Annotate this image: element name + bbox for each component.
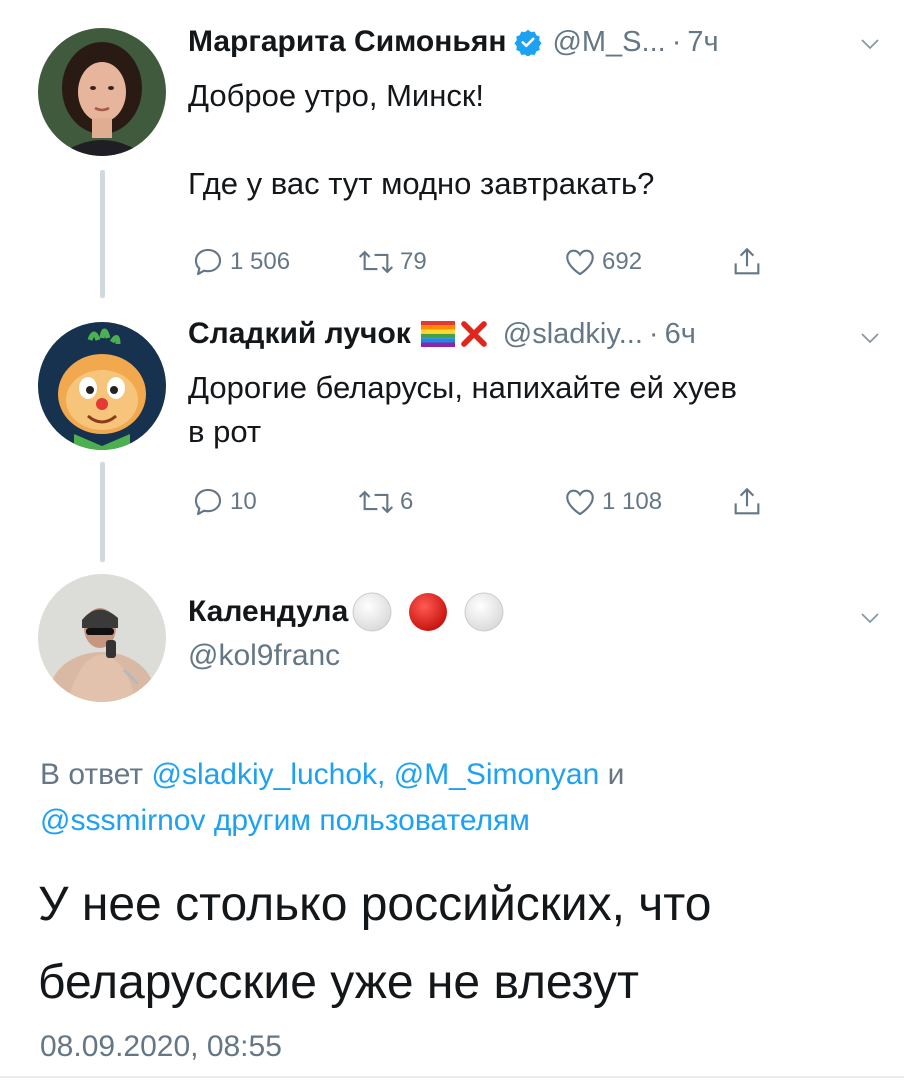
chevron-down-icon[interactable] [858,32,882,56]
mention-link[interactable]: @sladkiy_luchok, [151,758,385,791]
tweet-timestamp[interactable]: 08.09.2020, 08:55 [40,1030,282,1064]
retweet-button[interactable]: 79 [356,242,427,282]
separator-dot: · [671,25,682,58]
tweet-text-line: Дорогие беларусы, напихайте ей хуев [188,370,737,405]
thread-connector [100,170,105,298]
reply-count: 1 506 [230,248,291,275]
like-button[interactable]: 1 108 [562,482,662,522]
mention-link[interactable]: @sssmirnov [40,804,205,837]
like-count: 1 108 [602,488,663,515]
tweet-thread-screen: Маргарита Симоньян @M_S... · 7ч Доброе у… [0,0,904,1080]
share-icon [734,487,760,515]
avatar-kalendula-image [38,574,166,702]
tweet-text-line: Доброе утро, Минск! [188,78,485,113]
retweet-icon [358,490,394,514]
main-tweet-text: У нее столько российских, что беларусски… [38,866,878,1022]
thread-connector [100,462,105,562]
divider [0,1076,904,1078]
heart-icon [566,489,594,516]
avatar-sladkiy[interactable] [38,322,166,450]
avatar-sladkiy-image [38,322,166,450]
cross-mark-icon [459,319,489,349]
chevron-down-icon[interactable] [858,606,882,630]
avatar-simonyan-image [38,28,166,156]
reply-icon [194,248,222,276]
display-name[interactable]: Маргарита Симоньян [188,25,506,59]
avatar-kalendula[interactable] [38,574,166,702]
reply-icon [194,488,222,516]
avatar-simonyan[interactable] [38,28,166,156]
handle-row: @kol9franc [188,636,340,676]
tweet-header: Календула [188,592,510,632]
heart-icon [566,249,594,276]
share-button[interactable] [730,482,764,522]
user-handle[interactable]: @kol9franc [188,639,340,673]
user-handle[interactable]: @M_S... [552,26,665,59]
tweet-time[interactable]: 7ч [687,26,718,59]
tweet-text: Дорогие беларусы, напихайте ей хуев в ро… [188,366,737,454]
share-button[interactable] [730,242,764,282]
tweet-header: Маргарита Симоньян @M_S... · 7ч [188,22,719,62]
tweet-actions: 1 506 79 692 [190,242,790,282]
chevron-down-icon[interactable] [858,326,882,350]
mention-link[interactable]: @M_Simonyan [394,758,600,791]
like-count: 692 [602,248,643,275]
separator-dot: · [648,317,659,350]
reply-prefix: В ответ [40,758,144,791]
reply-conjunction: и [607,758,625,791]
main-tweet-text-line: У нее столько российских, что [38,878,712,931]
flag-circles-icon [350,590,510,634]
retweet-count: 6 [400,488,414,515]
display-name[interactable]: Сладкий лучок [188,317,411,351]
others-link[interactable]: другим пользователям [214,804,530,837]
tweet-text-blank-line [188,118,654,162]
retweet-count: 79 [400,248,427,275]
tweet-text-line: в рот [188,414,262,449]
reply-context: В ответ @sladkiy_luchok, @M_Simonyan и @… [40,752,840,844]
tweet-text: Доброе утро, Минск! Где у вас тут модно … [188,74,654,206]
reply-button[interactable]: 1 506 [190,242,290,282]
reply-count: 10 [230,488,257,515]
rainbow-flag-icon [420,321,455,347]
tweet-actions: 10 6 1 108 [190,482,790,522]
verified-badge-icon [514,28,542,56]
tweet-time[interactable]: 6ч [665,318,696,351]
retweet-icon [358,250,394,274]
user-handle[interactable]: @sladkiy... [503,318,643,351]
like-button[interactable]: 692 [562,242,642,282]
tweet-header: Сладкий лучок @sladkiy... · 6ч [188,314,696,354]
display-name[interactable]: Календула [188,595,348,629]
tweet-text-line: Где у вас тут модно завтракать? [188,166,655,201]
reply-button[interactable]: 10 [190,482,257,522]
retweet-button[interactable]: 6 [356,482,413,522]
share-icon [734,247,760,275]
main-tweet-text-line: беларусские уже не влезут [38,956,639,1009]
